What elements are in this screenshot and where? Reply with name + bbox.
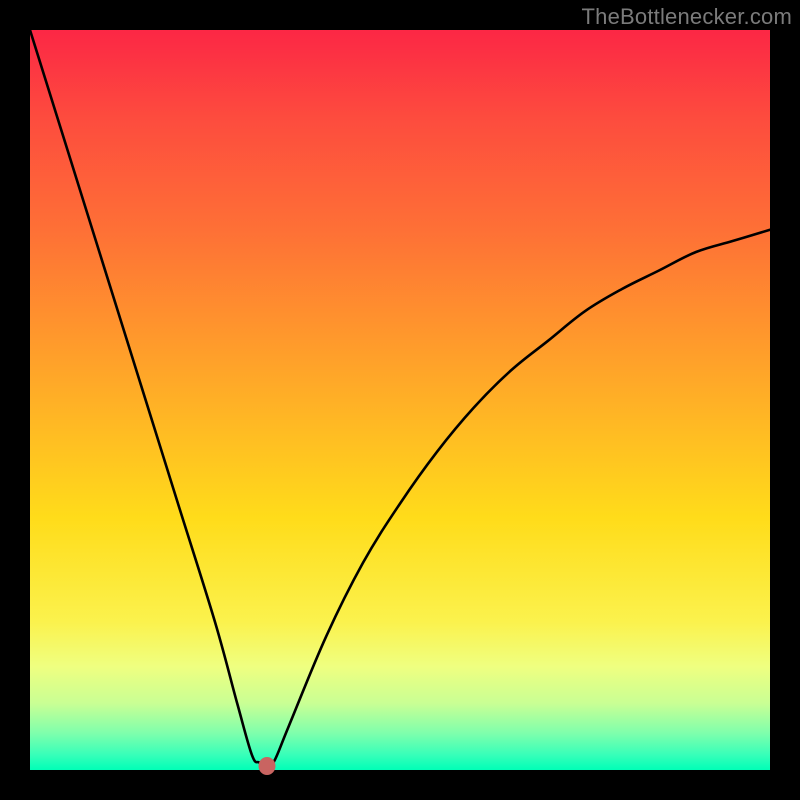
bottleneck-curve: [30, 30, 770, 770]
plot-area: [30, 30, 770, 770]
chart-frame: TheBottlenecker.com: [0, 0, 800, 800]
watermark-text: TheBottlenecker.com: [582, 4, 792, 30]
minimum-marker: [258, 757, 275, 775]
